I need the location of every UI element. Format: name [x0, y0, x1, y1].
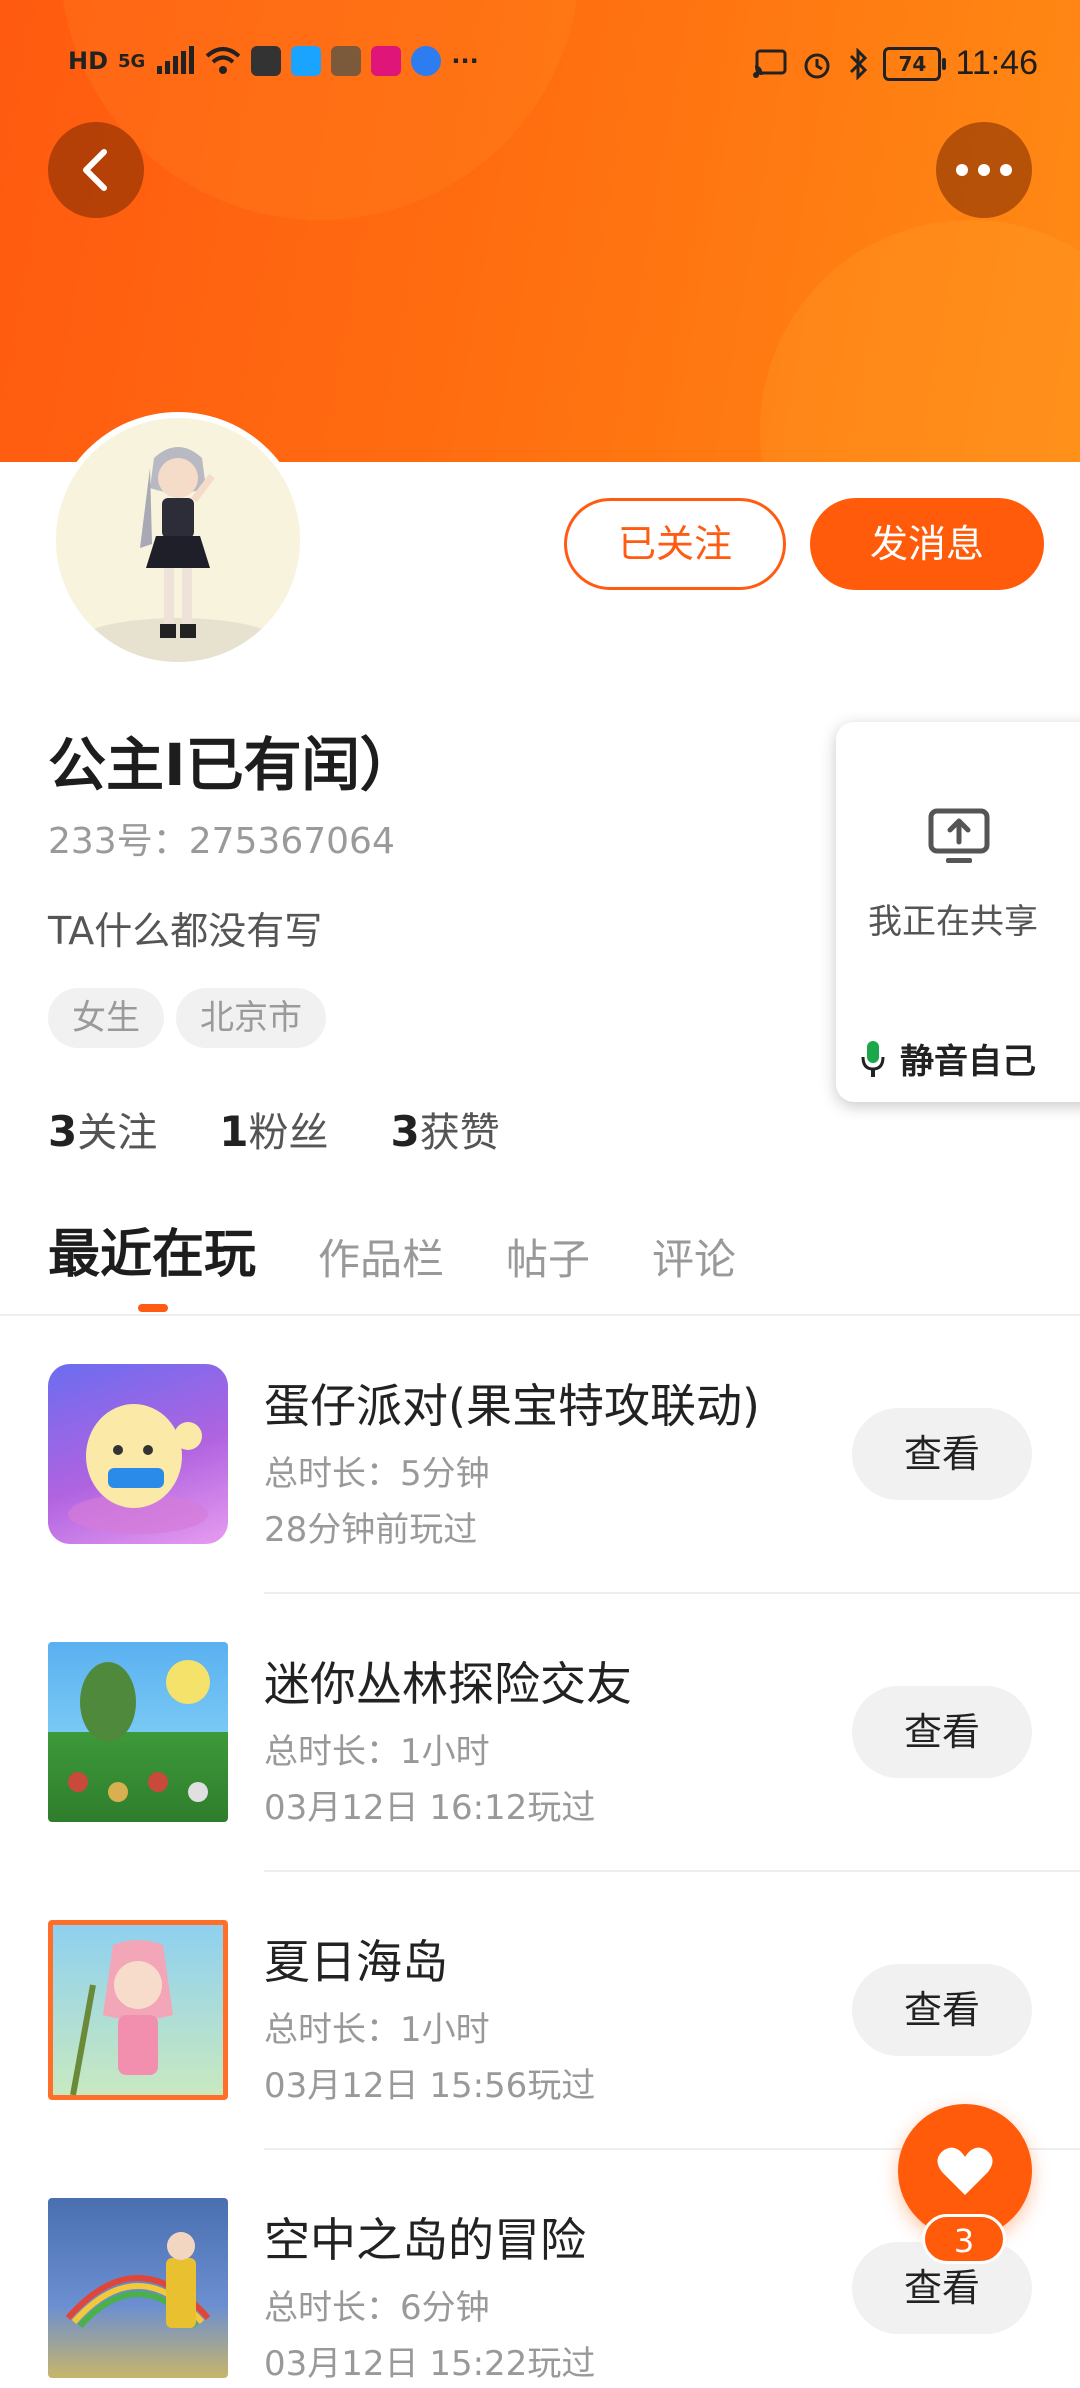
game-title: 空中之岛的冒险	[264, 2213, 586, 2267]
view-game-button[interactable]: 查看	[852, 1964, 1032, 2056]
wifi-icon	[206, 47, 241, 74]
location-tag: 北京市	[176, 988, 326, 1048]
list-divider	[264, 1592, 1080, 1594]
following-label: 关注	[77, 1110, 158, 1156]
game-last-played: 03月12日 16:12玩过	[264, 1788, 596, 1828]
alarm-icon	[804, 53, 830, 78]
game-thumbnail	[48, 1642, 228, 1822]
game-duration: 总时长：5分钟	[264, 1454, 490, 1494]
likes-label: 获赞	[419, 1110, 500, 1156]
hd-indicator: HD	[68, 47, 109, 75]
avatar[interactable]	[50, 412, 306, 668]
browser-app-icon	[411, 46, 442, 76]
game-thumbnail	[48, 1920, 228, 2100]
sky-island-art	[65, 2232, 211, 2329]
tab-posts[interactable]: 帖子	[506, 1226, 590, 1287]
game-thumbnail	[48, 2198, 228, 2378]
more-notifications: ···	[451, 47, 479, 75]
likes-count: 3	[390, 1107, 420, 1156]
list-item[interactable]: 迷你丛林探险交友 总时长：1小时 03月12日 16:12玩过 查看	[0, 1642, 1080, 1920]
active-tab-indicator	[138, 1304, 168, 1312]
game-title: 迷你丛林探险交友	[264, 1657, 632, 1711]
username: 公主I已有闰）	[48, 731, 418, 799]
screen-share-panel[interactable]: 我正在共享 静音自己	[836, 722, 1080, 1102]
game-last-played: 03月12日 15:22玩过	[264, 2344, 596, 2384]
clock: 11:46	[955, 44, 1038, 82]
jungle-adventure-art	[68, 1660, 210, 1802]
app-notification-icon	[251, 46, 282, 76]
profile-stats: 3关注 1粉丝 3获赞	[48, 1100, 500, 1158]
status-bar-right: 74 11:46	[753, 44, 1038, 83]
more-dots-icon	[956, 164, 1012, 176]
back-button[interactable]	[48, 122, 144, 218]
chevron-left-icon	[83, 149, 107, 191]
game-last-played: 03月12日 15:56玩过	[264, 2066, 596, 2106]
profile-page: HD 5G ··· 74 11:46 已关注 发消息 公主I已有闰） 233号：…	[0, 0, 1080, 2388]
profile-tabs: 最近在玩 作品栏 帖子 评论	[48, 1212, 798, 1287]
app-notification-icon	[331, 46, 362, 76]
following-count: 3	[48, 1107, 78, 1156]
status-bar: HD 5G ··· 74 11:46	[0, 0, 1080, 130]
battery-indicator: 74	[883, 46, 947, 81]
followers-stat[interactable]: 1粉丝	[219, 1100, 328, 1158]
followed-button[interactable]: 已关注	[564, 498, 786, 590]
header-decoration	[760, 220, 1080, 462]
like-count-badge: 3	[922, 2214, 1006, 2264]
game-title: 夏日海岛	[264, 1935, 448, 1989]
following-stat[interactable]: 3关注	[48, 1100, 157, 1158]
microphone-icon	[861, 1040, 885, 1077]
summer-island-art	[70, 1940, 173, 2095]
signal-icon	[157, 46, 195, 74]
mute-self-button[interactable]: 静音自己	[860, 1034, 1036, 1083]
more-options-button[interactable]	[936, 122, 1032, 218]
send-message-button[interactable]: 发消息	[810, 498, 1044, 590]
avatar-character-illustration	[68, 447, 288, 662]
eggy-party-art	[68, 1404, 208, 1534]
gender-tag: 女生	[48, 988, 164, 1048]
tab-comments[interactable]: 评论	[652, 1226, 736, 1287]
game-last-played: 28分钟前玩过	[264, 1510, 478, 1550]
tab-recently-played[interactable]: 最近在玩	[48, 1212, 256, 1287]
app-notification-icon	[371, 46, 402, 76]
game-thumbnail	[48, 1364, 228, 1544]
avatar-image	[56, 418, 300, 662]
bluetooth-icon	[850, 47, 868, 80]
screen-share-label: 我正在共享	[868, 902, 1038, 942]
user-bio: TA什么都没有写	[48, 909, 323, 953]
game-duration: 总时长：1小时	[264, 1732, 490, 1772]
cast-icon	[753, 49, 787, 78]
profile-tags: 女生 北京市	[48, 988, 326, 1048]
profile-header-banner: HD 5G ··· 74 11:46	[0, 0, 1080, 462]
game-title: 蛋仔派对(果宝特攻联动)	[264, 1379, 760, 1433]
game-duration: 总时长：1小时	[264, 2010, 490, 2050]
search-app-icon	[291, 46, 322, 76]
tabs-divider	[0, 1314, 1080, 1316]
list-divider	[264, 1870, 1080, 1872]
network-indicator: 5G	[118, 50, 146, 72]
heart-icon	[937, 2147, 993, 2195]
list-item[interactable]: 蛋仔派对(果宝特攻联动) 总时长：5分钟 28分钟前玩过 查看	[0, 1364, 1080, 1642]
list-item[interactable]: 空中之岛的冒险 总时长：6分钟 03月12日 15:22玩过 查看	[0, 2198, 1080, 2388]
tab-works[interactable]: 作品栏	[318, 1226, 444, 1287]
user-id: 233号：275367064	[48, 821, 395, 862]
followers-label: 粉丝	[248, 1110, 329, 1156]
view-game-button[interactable]: 查看	[852, 1686, 1032, 1778]
mute-self-label: 静音自己	[900, 1042, 1036, 1082]
followers-count: 1	[219, 1107, 249, 1156]
likes-stat[interactable]: 3获赞	[390, 1100, 499, 1158]
view-game-button[interactable]: 查看	[852, 1408, 1032, 1500]
screen-share-icon	[928, 808, 990, 863]
game-duration: 总时长：6分钟	[264, 2288, 490, 2328]
status-bar-left: HD 5G ···	[68, 46, 479, 76]
